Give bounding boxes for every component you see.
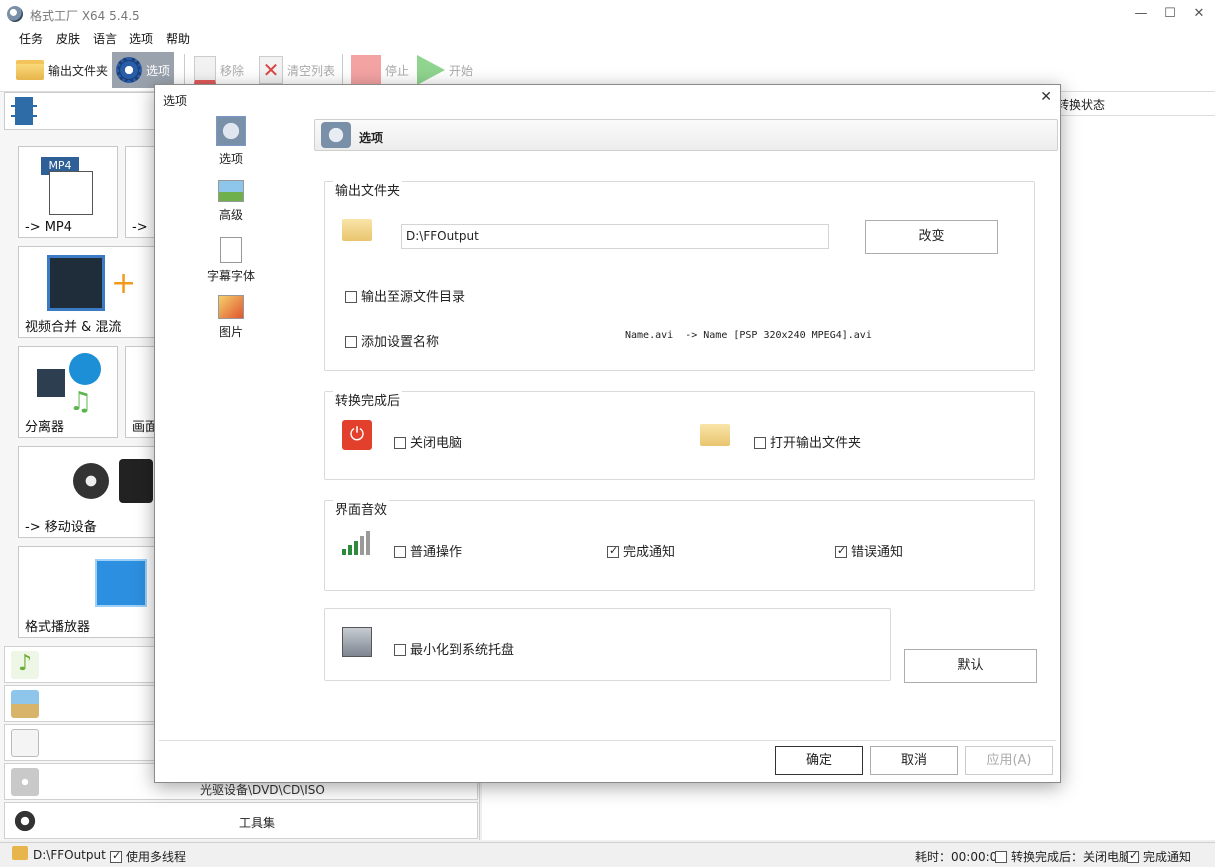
tile-screen-record[interactable]: 画面: [125, 346, 158, 438]
options-icon: [216, 116, 246, 146]
folder-icon: [16, 60, 44, 80]
tile-format-player[interactable]: 格式播放器: [18, 546, 155, 638]
dialog-title: 选项: [163, 94, 188, 108]
output-folder-button[interactable]: 输出文件夹: [12, 52, 112, 88]
clear-icon: ✕: [259, 56, 283, 84]
name-example: Name.avi -> Name [PSP 320x240 MPEG4].avi: [625, 330, 872, 341]
disc-icon: [73, 463, 109, 499]
remove-icon: [194, 56, 216, 84]
options-button[interactable]: 选项: [112, 52, 175, 88]
status-column-header[interactable]: 转换状态: [1055, 92, 1215, 116]
gear-icon: [116, 57, 142, 83]
phone-icon: [119, 459, 153, 503]
after-convert-group: 转换完成后 ⏻ 关闭电脑 打开输出文件夹: [324, 390, 1035, 480]
play-icon: [417, 55, 445, 85]
nav-advanced[interactable]: 高级: [205, 180, 257, 223]
options-icon: [321, 122, 351, 148]
complete-notify-sound-checkbox[interactable]: 完成通知: [607, 541, 675, 560]
remove-button[interactable]: 移除: [190, 52, 248, 88]
windows-tray-icon: [342, 627, 372, 657]
landscape-icon: [218, 180, 244, 202]
output-to-source-checkbox[interactable]: 输出至源文件目录: [345, 286, 465, 305]
minimize-to-tray-checkbox[interactable]: 最小化到系统托盘: [394, 639, 514, 658]
app-icon: [7, 6, 23, 22]
section-header: 选项: [314, 119, 1058, 151]
file-icon: [49, 171, 93, 215]
tile-mobile-device[interactable]: -> 移动设备: [18, 446, 155, 538]
shutdown-checkbox[interactable]: 关闭电脑: [394, 432, 462, 451]
options-dialog: 选项 ✕ 选项 高级 字幕字体 图片 选项 输出文件夹 D:\FFOutput …: [154, 84, 1061, 783]
picture-icon: [218, 295, 244, 319]
status-bar: D:\FFOutput 使用多线程 耗时：00:00:00 转换完成后：关闭电脑…: [0, 842, 1215, 867]
nav-subtitle-font[interactable]: 字幕字体: [205, 237, 257, 284]
maximize-button[interactable]: ☐: [1155, 0, 1185, 28]
cd-icon: [11, 768, 39, 796]
output-folder-group: 输出文件夹 D:\FFOutput 改变 输出至源文件目录 添加设置名称 Nam…: [324, 180, 1035, 371]
title-bar: 格式工厂 X64 5.4.5 — ☐ ✕: [0, 0, 1215, 28]
player-icon: [95, 559, 147, 607]
music-note-icon: ♫: [69, 387, 93, 417]
volume-icon: [342, 531, 370, 555]
elapsed-time: 耗时：00:00:00: [915, 850, 1005, 864]
after-convert-checkbox[interactable]: 转换完成后：关闭电脑: [995, 848, 1131, 865]
tile-splitter[interactable]: ♫ 分离器: [18, 346, 118, 438]
nav-options[interactable]: 选项: [205, 116, 257, 167]
status-output-path[interactable]: D:\FFOutput: [33, 848, 106, 862]
open-output-folder-checkbox[interactable]: 打开输出文件夹: [754, 432, 861, 451]
menu-skin[interactable]: 皮肤: [56, 30, 80, 47]
ok-button[interactable]: 确定: [775, 746, 863, 775]
document-icon: [11, 729, 39, 757]
menu-options[interactable]: 选项: [129, 30, 153, 47]
folder-icon: [342, 219, 372, 241]
complete-notify-checkbox[interactable]: 完成通知: [1127, 848, 1191, 865]
apply-button[interactable]: 应用(A): [965, 746, 1053, 775]
minimize-button[interactable]: —: [1126, 0, 1156, 28]
tile-to-mp4[interactable]: MP4 -> MP4: [18, 146, 118, 238]
tile-partial[interactable]: ->: [125, 146, 155, 238]
film-icon: [11, 97, 37, 125]
tray-group: 最小化到系统托盘: [324, 608, 891, 681]
category-tools[interactable]: 工具集: [4, 802, 478, 839]
folder-icon: [12, 846, 28, 860]
cancel-button[interactable]: 取消: [870, 746, 958, 775]
film-icon: [37, 369, 65, 397]
plus-icon: +: [111, 266, 137, 301]
dialog-close-button[interactable]: ✕: [1040, 89, 1052, 105]
stop-icon: [351, 55, 381, 85]
stop-button[interactable]: 停止: [347, 52, 413, 88]
picture-icon: [11, 690, 39, 718]
window-title: 格式工厂 X64 5.4.5: [30, 9, 140, 23]
output-path-input[interactable]: D:\FFOutput: [401, 224, 829, 249]
sound-group: 界面音效 普通操作 完成通知 错误通知: [324, 499, 1035, 591]
normal-op-sound-checkbox[interactable]: 普通操作: [394, 541, 462, 560]
reel-icon: [69, 353, 101, 385]
document-icon: [220, 237, 242, 263]
nav-picture[interactable]: 图片: [205, 295, 257, 340]
power-icon: ⏻: [342, 420, 372, 450]
multithread-checkbox[interactable]: 使用多线程: [110, 848, 186, 865]
error-notify-sound-checkbox[interactable]: 错误通知: [835, 541, 903, 560]
start-button[interactable]: 开始: [413, 52, 477, 88]
change-button[interactable]: 改变: [865, 220, 998, 254]
folder-icon: [700, 424, 730, 446]
tile-video-merge[interactable]: + 视频合并 & 混流: [18, 246, 155, 338]
music-icon: ♪: [11, 651, 39, 679]
close-button[interactable]: ✕: [1184, 0, 1214, 28]
film-stack-icon: [47, 255, 105, 311]
footer-divider: [159, 740, 1056, 741]
menu-language[interactable]: 语言: [93, 30, 117, 47]
reel-icon: [11, 807, 39, 835]
menu-tasks[interactable]: 任务: [19, 30, 43, 47]
menu-help[interactable]: 帮助: [166, 30, 190, 47]
clear-list-button[interactable]: ✕ 清空列表: [255, 52, 339, 88]
menu-bar: 任务 皮肤 语言 选项 帮助: [0, 28, 1215, 48]
default-button[interactable]: 默认: [904, 649, 1037, 683]
add-setting-name-checkbox[interactable]: 添加设置名称: [345, 331, 439, 350]
